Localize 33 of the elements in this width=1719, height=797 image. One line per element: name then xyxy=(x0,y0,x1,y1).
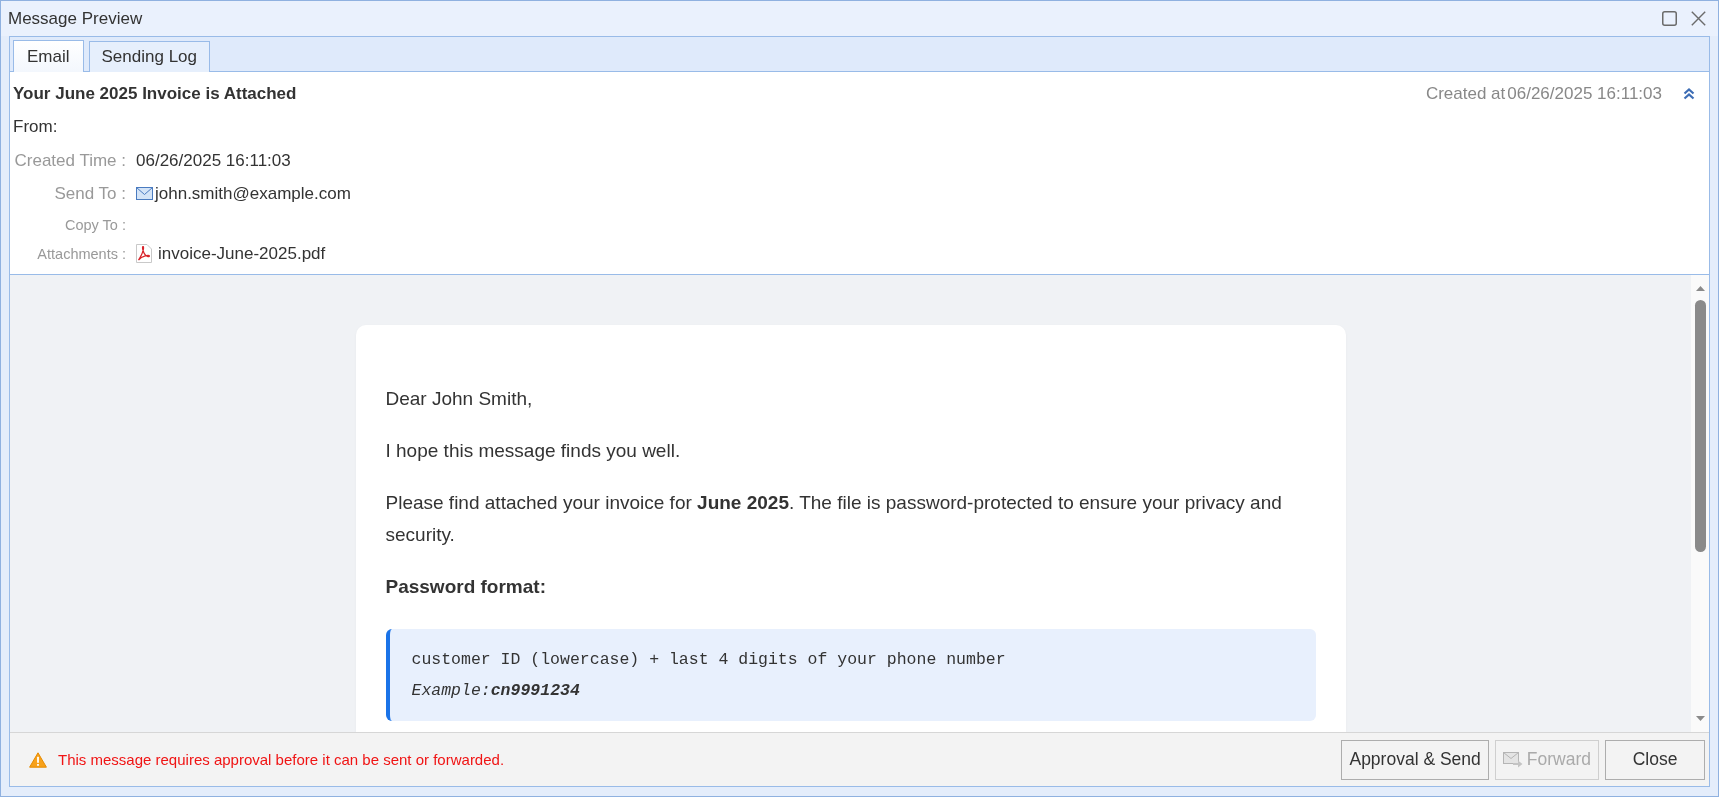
example-line: Example:cn9991234 xyxy=(411,680,581,702)
footer-button[interactable]: Close xyxy=(1605,739,1705,780)
message-paragraph: Please find attached your invoice for June 2025. The file is password-protected to ensure your privacy and security. xyxy=(385,491,1283,547)
section-heading: Password format: xyxy=(385,575,547,599)
field-label: Attachments : xyxy=(37,245,126,262)
email-subject: Your June 2025 Invoice is Attached xyxy=(13,83,297,104)
tab[interactable]: Sending Log xyxy=(88,41,210,72)
maximize-icon[interactable] xyxy=(1662,11,1677,26)
tab[interactable]: Email xyxy=(13,40,84,72)
close-icon[interactable] xyxy=(1691,11,1706,26)
from-label: From: xyxy=(13,117,58,137)
recipient-email[interactable]: john.smith@example.com xyxy=(155,183,351,204)
field-label: Created Time : xyxy=(14,150,126,171)
created-at-value: 06/26/2025 16:11:03 xyxy=(1507,83,1662,104)
window-title: Message Preview xyxy=(8,8,143,29)
approval-warning: This message requires approval before it can be sent or forwarded. xyxy=(58,751,505,768)
scroll-down-icon[interactable] xyxy=(1695,716,1705,721)
created-at-label: Created at xyxy=(1425,83,1506,104)
field-label: Copy To : xyxy=(65,216,126,233)
pdf-file-icon xyxy=(136,244,152,263)
code-line: customer ID (lowercase) + last 4 digits of your phone number xyxy=(411,649,1007,671)
field-value: 06/26/2025 16:11:03 xyxy=(136,150,291,171)
attachment-link[interactable]: invoice-June-2025.pdf xyxy=(158,243,326,264)
message-paragraph: Dear John Smith, xyxy=(385,387,534,411)
collapse-icon[interactable] xyxy=(1683,87,1695,100)
message-paragraph: I hope this message finds you well. xyxy=(385,439,682,463)
footer-button[interactable]: Approval & Send xyxy=(1341,739,1489,780)
field-label: Send To : xyxy=(54,183,126,204)
warning-icon xyxy=(29,751,47,768)
scrollbar-thumb[interactable] xyxy=(1694,300,1706,552)
scroll-up-icon[interactable] xyxy=(1695,286,1705,291)
envelope-icon xyxy=(136,187,153,200)
envelope-arrow-icon xyxy=(1502,751,1523,768)
